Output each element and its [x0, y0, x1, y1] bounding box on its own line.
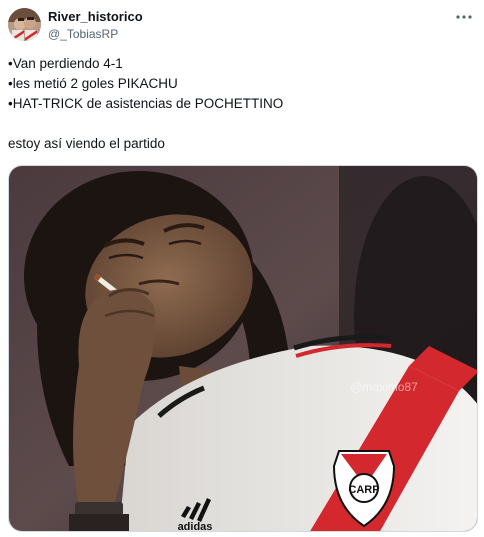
shirt-brand-text: adidas [178, 521, 213, 532]
tweet-closing-line: estoy así viendo el partido [8, 136, 165, 151]
author-display-name[interactable]: River_historico [48, 9, 143, 25]
tweet-line-1: •Van perdiendo 4-1 [8, 56, 123, 71]
avatar-image [8, 8, 41, 41]
meme-photo: CARP adidas @maximo87 [9, 166, 477, 532]
tweet-line-3: •HAT-TRICK de asistencias de POCHETTINO [8, 96, 284, 111]
more-horizontal-icon [456, 15, 472, 19]
more-options-button[interactable] [454, 10, 474, 24]
tweet-media-image[interactable]: CARP adidas @maximo87 [8, 165, 478, 532]
author-handle[interactable]: @_TobiasRP [48, 26, 143, 42]
crest-text: CARP [348, 484, 379, 496]
image-watermark: @maximo87 [350, 380, 418, 394]
tweet-line-2: •les metió 2 goles PIKACHU [8, 76, 178, 91]
tweet-card: River_historico @_TobiasRP •Van perdiend… [0, 0, 484, 537]
avatar[interactable] [8, 8, 41, 41]
tweet-text: •Van perdiendo 4-1 •les metió 2 goles PI… [8, 54, 283, 154]
author-names: River_historico @_TobiasRP [48, 9, 143, 42]
